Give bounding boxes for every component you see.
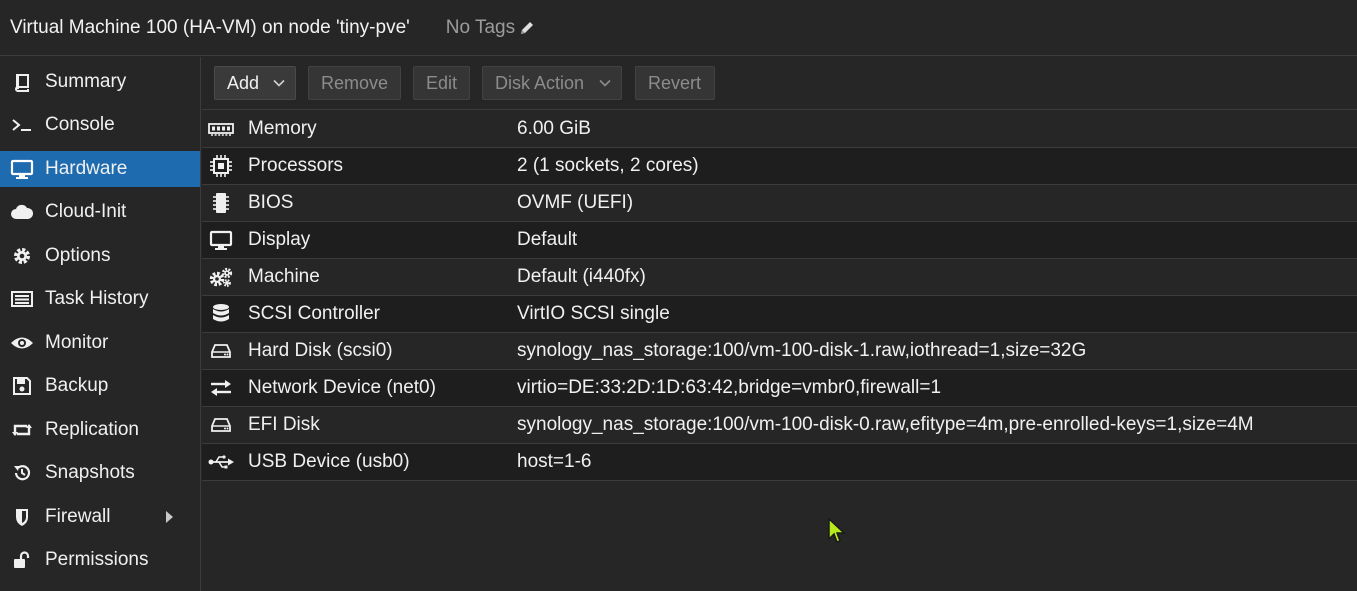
- row-name: USB Device (usb0): [248, 451, 410, 472]
- sidebar-item-cloud-init[interactable]: Cloud-Init: [0, 194, 200, 230]
- shield-icon: [10, 505, 34, 529]
- sidebar-item-label: Summary: [45, 71, 127, 92]
- row-name: BIOS: [248, 192, 294, 213]
- disk-action-button-label: Disk Action: [495, 72, 585, 93]
- add-button-label: Add: [227, 72, 260, 93]
- sidebar-item-label: Backup: [45, 375, 109, 396]
- sidebar-item-permissions[interactable]: Permissions: [0, 542, 200, 578]
- row-value: synology_nas_storage:100/vm-100-disk-0.r…: [517, 414, 1254, 435]
- sidebar-item-label: Permissions: [45, 549, 149, 570]
- database-icon: [207, 302, 235, 326]
- row-value: virtio=DE:33:2D:1D:63:42,bridge=vmbr0,fi…: [517, 377, 942, 398]
- row-value: 2 (1 sockets, 2 cores): [517, 155, 699, 176]
- sidebar-item-snapshots[interactable]: Snapshots: [0, 455, 200, 491]
- row-name: Display: [248, 229, 311, 250]
- sidebar: Summary Console Hardware Cloud-Init Opti…: [0, 57, 201, 591]
- row-name: Network Device (net0): [248, 377, 436, 398]
- row-name: Processors: [248, 155, 344, 176]
- row-name: SCSI Controller: [248, 303, 380, 324]
- microchip-icon: [207, 191, 235, 215]
- expand-arrow-icon[interactable]: [164, 508, 176, 526]
- edit-button-label: Edit: [426, 72, 458, 93]
- cloud-icon: [10, 200, 34, 224]
- gear-icon: [10, 244, 34, 268]
- table-row[interactable]: Memory 6.00 GiB: [202, 111, 1357, 148]
- memory-icon: [207, 117, 235, 141]
- edit-button[interactable]: Edit: [413, 66, 470, 100]
- table-row[interactable]: SCSI Controller VirtIO SCSI single: [202, 296, 1357, 333]
- usb-icon: [207, 450, 235, 474]
- table-row[interactable]: BIOS OVMF (UEFI): [202, 185, 1357, 222]
- sidebar-item-firewall[interactable]: Firewall: [0, 499, 200, 535]
- cpu-icon: [207, 154, 235, 178]
- sidebar-item-label: Cloud-Init: [45, 201, 127, 222]
- add-button[interactable]: Add: [214, 66, 296, 100]
- table-row[interactable]: Processors 2 (1 sockets, 2 cores): [202, 148, 1357, 185]
- vm-title: Virtual Machine 100 (HA-VM) on node 'tin…: [10, 16, 410, 38]
- exchange-icon: [207, 376, 235, 400]
- retweet-icon: [10, 418, 34, 442]
- table-row[interactable]: Hard Disk (scsi0) synology_nas_storage:1…: [202, 333, 1357, 370]
- table-row[interactable]: EFI Disk synology_nas_storage:100/vm-100…: [202, 407, 1357, 444]
- history-icon: [10, 461, 34, 485]
- sidebar-item-label: Replication: [45, 419, 139, 440]
- chevron-down-icon: [599, 79, 611, 87]
- row-value: 6.00 GiB: [517, 118, 591, 139]
- sidebar-item-task-history[interactable]: Task History: [0, 281, 200, 317]
- revert-button[interactable]: Revert: [635, 66, 715, 100]
- sidebar-item-label: Options: [45, 245, 111, 266]
- row-value: OVMF (UEFI): [517, 192, 634, 213]
- sidebar-item-label: Snapshots: [45, 462, 135, 483]
- sidebar-item-replication[interactable]: Replication: [0, 412, 200, 448]
- sidebar-item-label: Task History: [45, 288, 149, 309]
- unlock-icon: [10, 548, 34, 572]
- vm-header: Virtual Machine 100 (HA-VM) on node 'tin…: [0, 0, 1357, 56]
- disk-action-button[interactable]: Disk Action: [482, 66, 622, 100]
- revert-button-label: Revert: [648, 72, 702, 93]
- eye-icon: [10, 331, 34, 355]
- tags-area[interactable]: No Tags: [446, 17, 536, 39]
- row-value: host=1-6: [517, 451, 592, 472]
- row-name: Machine: [248, 266, 320, 287]
- sidebar-item-summary[interactable]: Summary: [0, 64, 200, 100]
- sidebar-item-label: Console: [45, 114, 115, 135]
- row-name: Memory: [248, 118, 317, 139]
- monitor-icon: [10, 157, 34, 181]
- hardware-toolbar: Add Remove Edit Disk Action Revert: [202, 57, 1357, 110]
- sidebar-item-backup[interactable]: Backup: [0, 368, 200, 404]
- terminal-icon: [10, 113, 34, 137]
- row-name: EFI Disk: [248, 414, 320, 435]
- book-icon: [10, 70, 34, 94]
- table-row[interactable]: Machine Default (i440fx): [202, 259, 1357, 296]
- row-value: synology_nas_storage:100/vm-100-disk-1.r…: [517, 340, 1087, 361]
- row-value: Default: [517, 229, 578, 250]
- remove-button[interactable]: Remove: [308, 66, 401, 100]
- table-row[interactable]: Display Default: [202, 222, 1357, 259]
- remove-button-label: Remove: [321, 72, 389, 93]
- mouse-cursor-icon: [828, 517, 846, 543]
- sidebar-item-console[interactable]: Console: [0, 107, 200, 143]
- tags-label: No Tags: [445, 16, 516, 38]
- row-name: Hard Disk (scsi0): [248, 340, 393, 361]
- row-value: Default (i440fx): [517, 266, 646, 287]
- sidebar-item-label: Hardware: [45, 158, 128, 179]
- list-icon: [10, 287, 34, 311]
- sidebar-item-monitor[interactable]: Monitor: [0, 325, 200, 361]
- hdd-icon: [207, 413, 235, 437]
- sidebar-item-hardware[interactable]: Hardware: [0, 151, 200, 187]
- row-value: VirtIO SCSI single: [517, 303, 670, 324]
- cogs-icon: [207, 265, 235, 289]
- sidebar-item-options[interactable]: Options: [0, 238, 200, 274]
- floppy-icon: [10, 374, 34, 398]
- sidebar-item-label: Monitor: [45, 332, 109, 353]
- chevron-down-icon: [273, 79, 285, 87]
- table-row[interactable]: Network Device (net0) virtio=DE:33:2D:1D…: [202, 370, 1357, 407]
- sidebar-item-label: Firewall: [45, 506, 111, 527]
- desktop-icon: [207, 228, 235, 252]
- hdd-icon: [207, 339, 235, 363]
- pencil-icon[interactable]: [518, 19, 536, 37]
- table-row[interactable]: USB Device (usb0) host=1-6: [202, 444, 1357, 481]
